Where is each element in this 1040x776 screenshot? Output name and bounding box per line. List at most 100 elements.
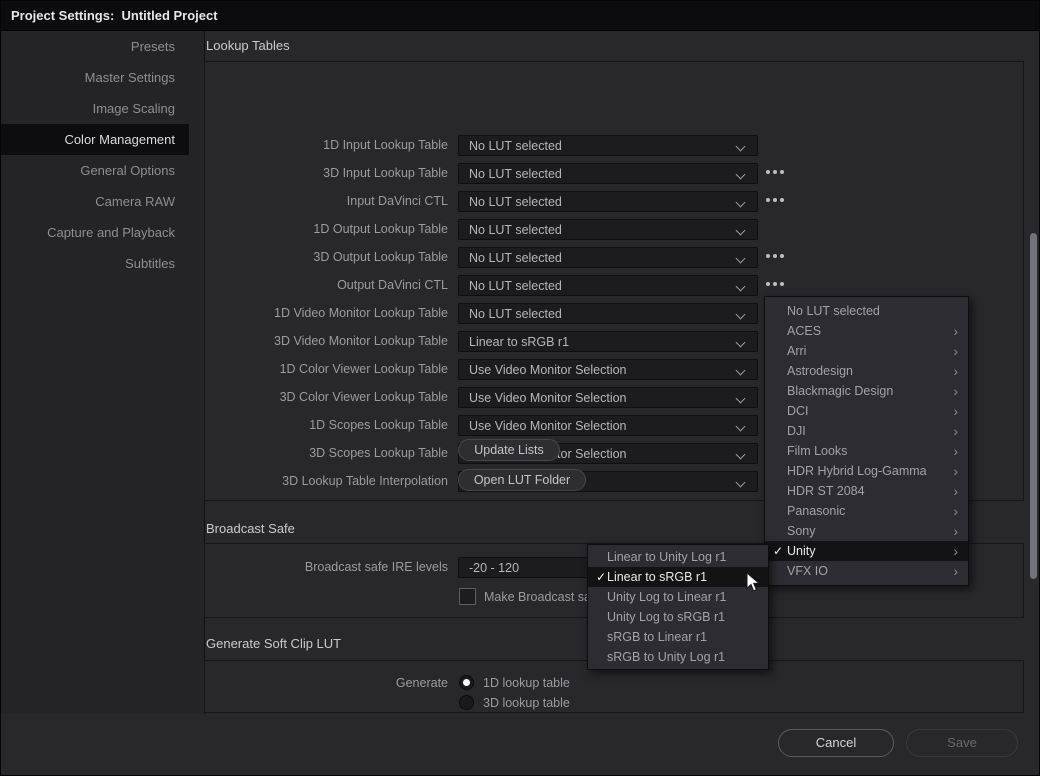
sidebar-item-subtitles[interactable]: Subtitles bbox=[1, 248, 189, 279]
chevron-down-icon bbox=[737, 450, 745, 458]
3d-input-lut-dropdown[interactable]: No LUT selected bbox=[458, 163, 758, 184]
cancel-button[interactable]: Cancel bbox=[778, 729, 894, 757]
row-label: 3D Output Lookup Table bbox=[205, 247, 448, 268]
dropdown-value: No LUT selected bbox=[459, 139, 737, 153]
chevron-down-icon bbox=[737, 366, 745, 374]
submenu-arrow-icon: › bbox=[953, 503, 968, 519]
title-bar: Project Settings: Untitled Project bbox=[1, 1, 1040, 31]
menu-item-astrodesign[interactable]: Astrodesign › bbox=[765, 361, 968, 381]
sidebar-item-master-settings[interactable]: Master Settings bbox=[1, 62, 189, 93]
3d-output-lut-dropdown[interactable]: No LUT selected bbox=[458, 247, 758, 268]
sidebar-item-camera-raw[interactable]: Camera RAW bbox=[1, 186, 189, 217]
submenu-arrow-icon: › bbox=[953, 343, 968, 359]
submenu-item-unity-log-to-srgb[interactable]: Unity Log to sRGB r1 bbox=[588, 607, 768, 627]
open-lut-folder-button[interactable]: Open LUT Folder bbox=[458, 469, 586, 491]
settings-sidebar: Presets Master Settings Image Scaling Co… bbox=[1, 31, 205, 714]
mouse-cursor bbox=[746, 572, 760, 593]
dropdown-value: Linear to sRGB r1 bbox=[459, 335, 737, 349]
options-menu-icon[interactable] bbox=[766, 198, 784, 202]
lut-row: Output DaVinci CTL No LUT selected bbox=[205, 275, 1025, 296]
dropdown-value: No LUT selected bbox=[459, 307, 737, 321]
chevron-down-icon bbox=[737, 422, 745, 430]
row-label: 1D Color Viewer Lookup Table bbox=[205, 359, 448, 380]
radio-1d-label: 1D lookup table bbox=[483, 676, 570, 690]
menu-item-arri[interactable]: Arri › bbox=[765, 341, 968, 361]
dropdown-value: No LUT selected bbox=[459, 195, 737, 209]
1d-video-monitor-lut-dropdown[interactable]: No LUT selected bbox=[458, 303, 758, 324]
menu-item-sony[interactable]: Sony › bbox=[765, 521, 968, 541]
menu-item-blackmagic-design[interactable]: Blackmagic Design › bbox=[765, 381, 968, 401]
menu-item-hdr-st-2084[interactable]: HDR ST 2084 › bbox=[765, 481, 968, 501]
row-label: 3D Color Viewer Lookup Table bbox=[205, 387, 448, 408]
sidebar-item-presets[interactable]: Presets bbox=[1, 31, 189, 62]
unity-lut-submenu: Linear to Unity Log r1 ✓ Linear to sRGB … bbox=[587, 544, 769, 670]
submenu-arrow-icon: › bbox=[953, 423, 968, 439]
submenu-item-linear-to-unity-log[interactable]: Linear to Unity Log r1 bbox=[588, 547, 768, 567]
vertical-scrollbar-thumb[interactable] bbox=[1030, 233, 1037, 579]
chevron-down-icon bbox=[737, 142, 745, 150]
submenu-arrow-icon: › bbox=[953, 443, 968, 459]
chevron-down-icon bbox=[737, 226, 745, 234]
sidebar-item-image-scaling[interactable]: Image Scaling bbox=[1, 93, 189, 124]
update-lists-button[interactable]: Update Lists bbox=[458, 439, 560, 461]
section-title-lookup-tables: Lookup Tables bbox=[206, 38, 290, 53]
menu-item-hdr-hybrid-log-gamma[interactable]: HDR Hybrid Log-Gamma › bbox=[765, 461, 968, 481]
radio-1d-lookup-table[interactable] bbox=[459, 675, 474, 690]
3d-video-monitor-lut-dropdown[interactable]: Linear to sRGB r1 bbox=[458, 331, 758, 352]
dropdown-value: No LUT selected bbox=[459, 251, 737, 265]
menu-item-film-looks[interactable]: Film Looks › bbox=[765, 441, 968, 461]
1d-output-lut-dropdown[interactable]: No LUT selected bbox=[458, 219, 758, 240]
output-davinci-ctl-dropdown[interactable]: No LUT selected bbox=[458, 275, 758, 296]
1d-color-viewer-lut-dropdown[interactable]: Use Video Monitor Selection bbox=[458, 359, 758, 380]
menu-item-dci[interactable]: DCI › bbox=[765, 401, 968, 421]
chevron-down-icon bbox=[737, 338, 745, 346]
menu-item-vfx-io[interactable]: VFX IO › bbox=[765, 561, 968, 581]
row-label: 1D Video Monitor Lookup Table bbox=[205, 303, 448, 324]
input-davinci-ctl-dropdown[interactable]: No LUT selected bbox=[458, 191, 758, 212]
submenu-item-srgb-to-unity-log[interactable]: sRGB to Unity Log r1 bbox=[588, 647, 768, 667]
lut-row: 1D Input Lookup Table No LUT selected bbox=[205, 135, 1025, 156]
3d-color-viewer-lut-dropdown[interactable]: Use Video Monitor Selection bbox=[458, 387, 758, 408]
radio-3d-lookup-table[interactable] bbox=[459, 695, 474, 710]
submenu-arrow-icon: › bbox=[953, 483, 968, 499]
sidebar-item-general-options[interactable]: General Options bbox=[1, 155, 189, 186]
row-label: 3D Video Monitor Lookup Table bbox=[205, 331, 448, 352]
make-broadcast-safe-label: Make Broadcast safe bbox=[484, 590, 601, 604]
lut-row: 1D Output Lookup Table No LUT selected bbox=[205, 219, 1025, 240]
options-menu-icon[interactable] bbox=[766, 282, 784, 286]
sidebar-item-color-management[interactable]: Color Management bbox=[1, 124, 189, 155]
lut-row: 3D Output Lookup Table No LUT selected bbox=[205, 247, 1025, 268]
generate-label: Generate bbox=[205, 673, 448, 694]
menu-item-panasonic[interactable]: Panasonic › bbox=[765, 501, 968, 521]
chevron-down-icon bbox=[737, 310, 745, 318]
chevron-down-icon bbox=[737, 394, 745, 402]
menu-item-no-lut[interactable]: No LUT selected bbox=[765, 301, 968, 321]
chevron-down-icon bbox=[737, 254, 745, 262]
menu-item-dji[interactable]: DJI › bbox=[765, 421, 968, 441]
lut-row: 3D Input Lookup Table No LUT selected bbox=[205, 163, 1025, 184]
section-title-generate-soft-clip: Generate Soft Clip LUT bbox=[206, 636, 341, 651]
save-button[interactable]: Save bbox=[906, 729, 1018, 757]
menu-item-unity[interactable]: ✓ Unity › bbox=[765, 541, 968, 561]
submenu-arrow-icon: › bbox=[953, 403, 968, 419]
submenu-item-srgb-to-linear[interactable]: sRGB to Linear r1 bbox=[588, 627, 768, 647]
submenu-item-linear-to-srgb[interactable]: ✓ Linear to sRGB r1 bbox=[588, 567, 768, 587]
chevron-down-icon bbox=[737, 282, 745, 290]
dropdown-value: Use Video Monitor Selection bbox=[459, 419, 737, 433]
dialog-title: Project Settings: Untitled Project bbox=[1, 8, 218, 23]
submenu-arrow-icon: › bbox=[953, 463, 968, 479]
options-menu-icon[interactable] bbox=[766, 254, 784, 258]
section-title-broadcast-safe: Broadcast Safe bbox=[206, 521, 295, 536]
make-broadcast-safe-checkbox[interactable] bbox=[459, 588, 476, 605]
radio-3d-label: 3D lookup table bbox=[483, 696, 570, 710]
submenu-arrow-icon: › bbox=[953, 563, 968, 579]
row-label: 1D Output Lookup Table bbox=[205, 219, 448, 240]
options-menu-icon[interactable] bbox=[766, 170, 784, 174]
submenu-item-unity-log-to-linear[interactable]: Unity Log to Linear r1 bbox=[588, 587, 768, 607]
project-settings-dialog: Project Settings: Untitled Project Prese… bbox=[0, 0, 1040, 776]
checkmark-icon: ✓ bbox=[588, 570, 607, 584]
sidebar-item-capture-playback[interactable]: Capture and Playback bbox=[1, 217, 189, 248]
1d-input-lut-dropdown[interactable]: No LUT selected bbox=[458, 135, 758, 156]
menu-item-aces[interactable]: ACES › bbox=[765, 321, 968, 341]
1d-scopes-lut-dropdown[interactable]: Use Video Monitor Selection bbox=[458, 415, 758, 436]
